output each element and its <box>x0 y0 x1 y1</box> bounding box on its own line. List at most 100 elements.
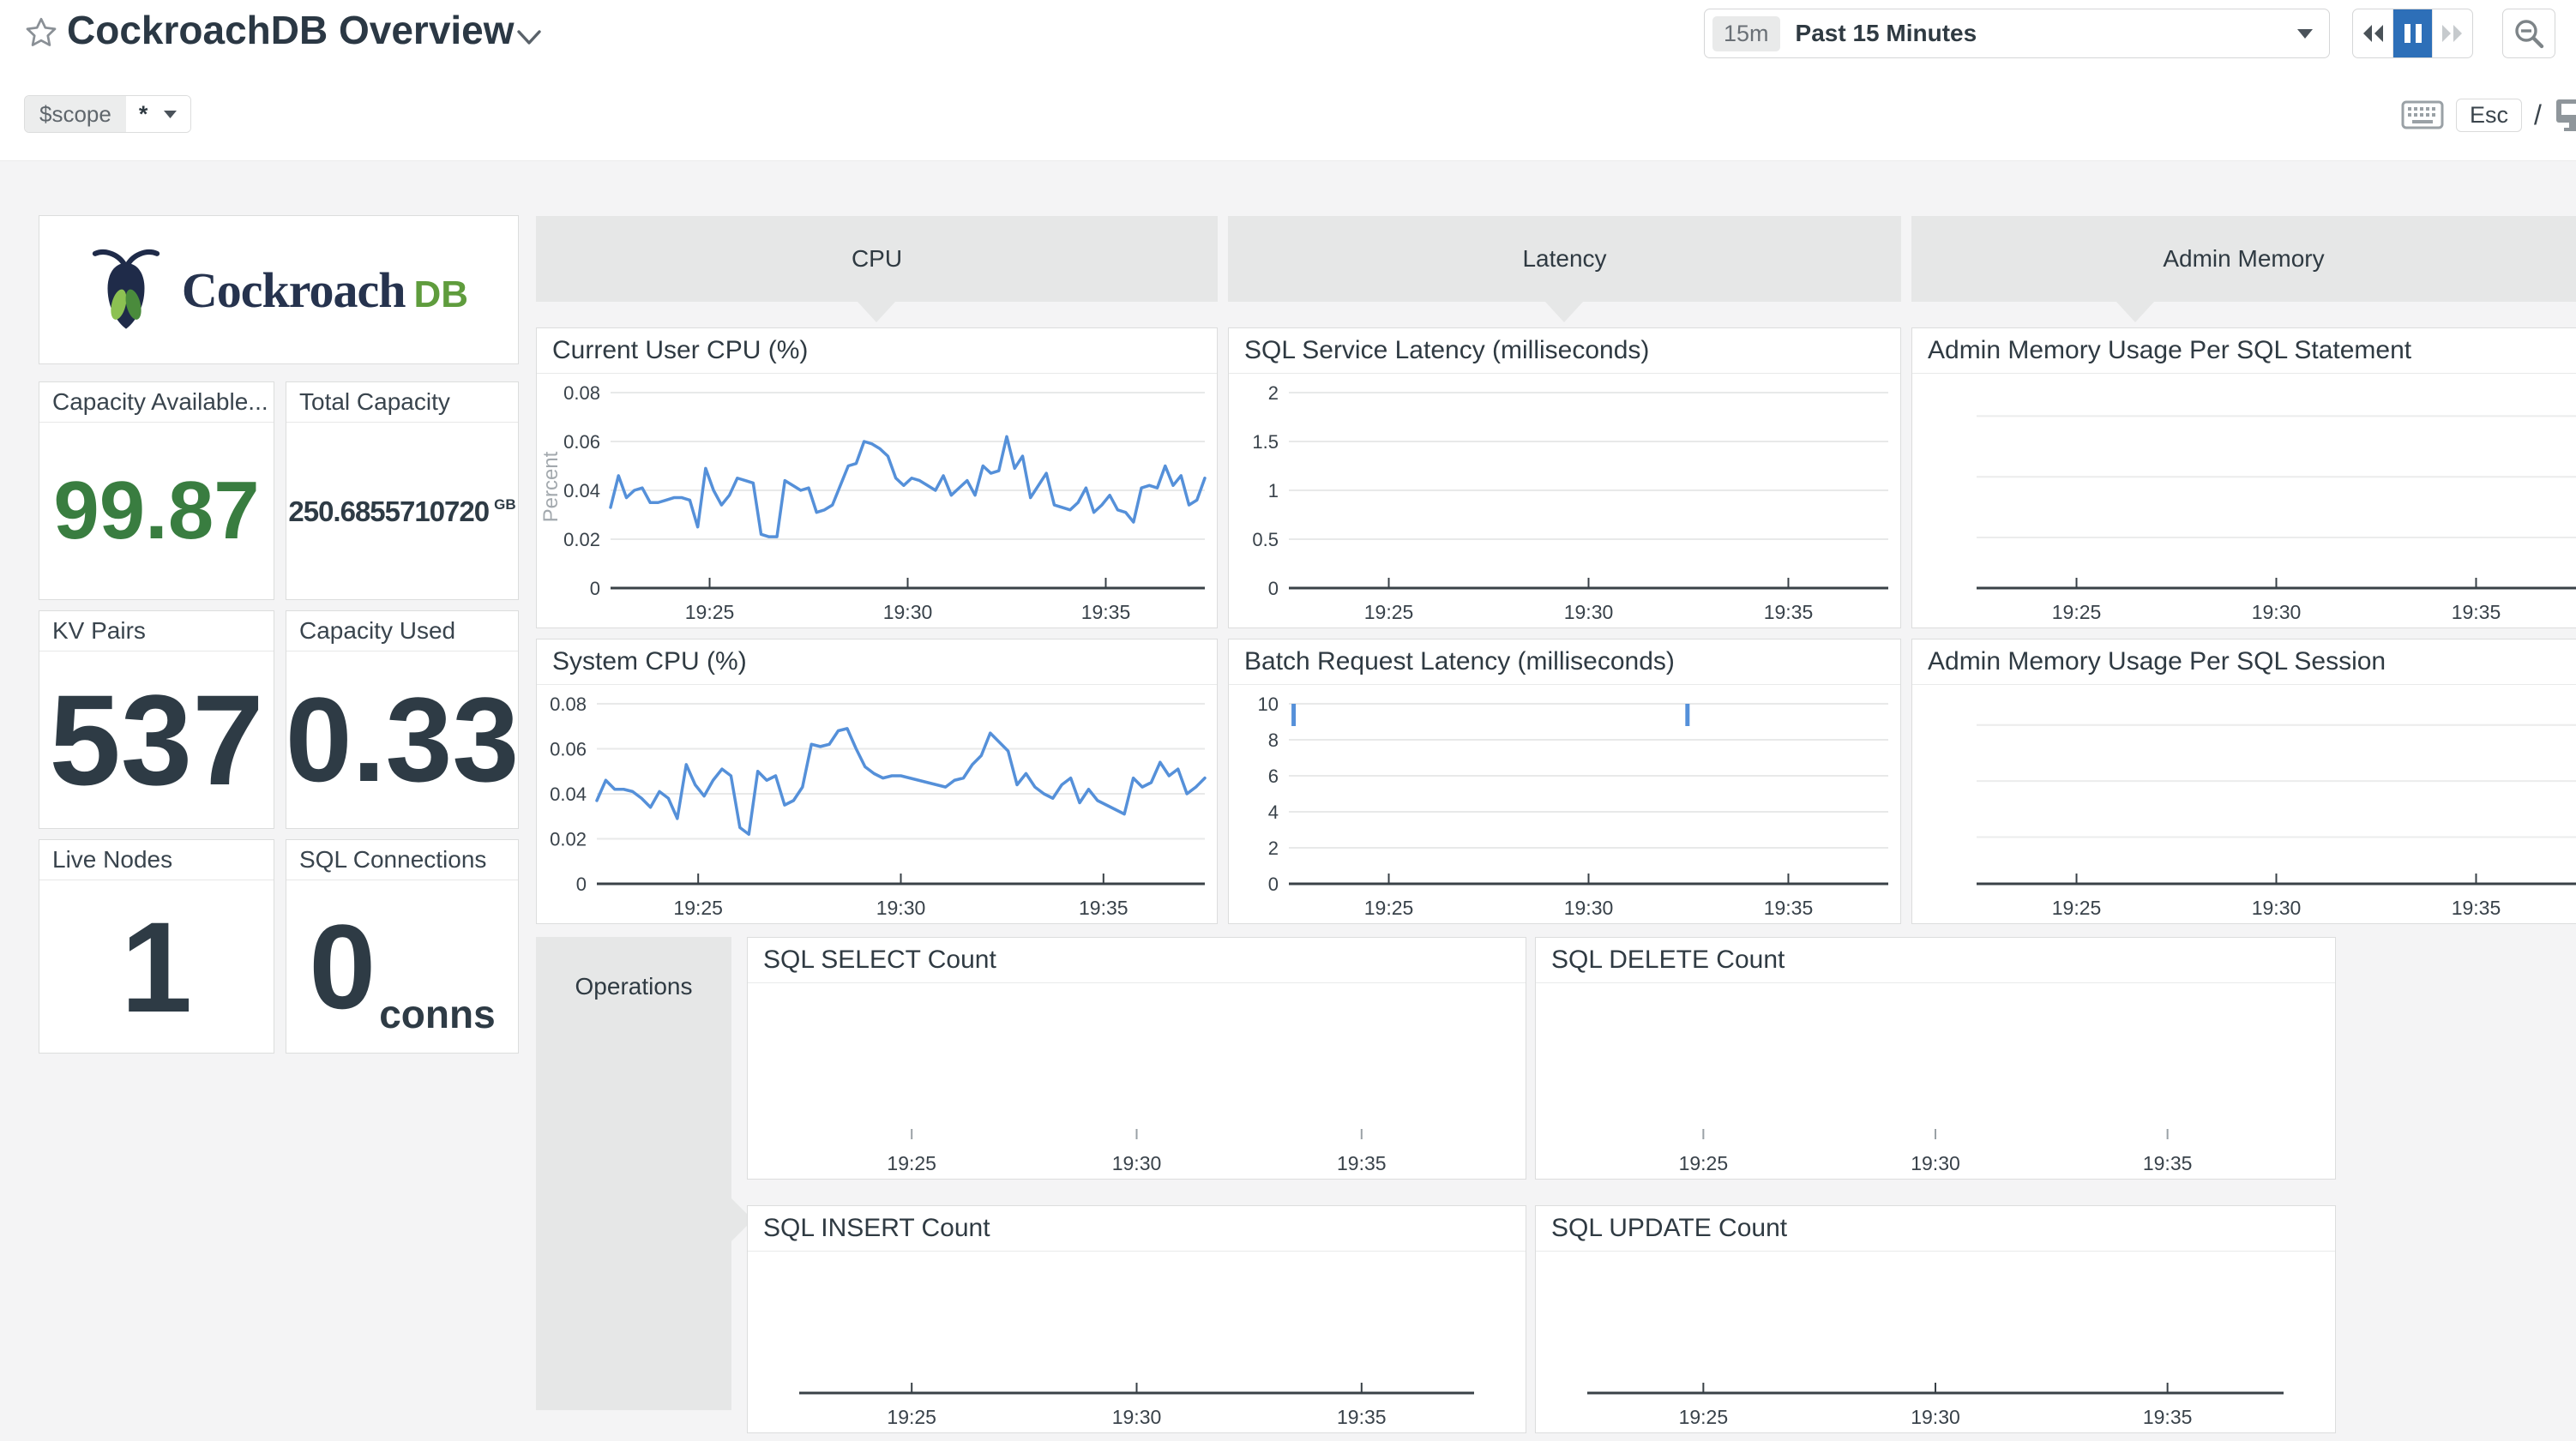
dashboard: CockroachDB Overview 15m Past 15 Minutes <box>0 0 2576 1441</box>
chart-panel-sql-insert-count[interactable]: SQL INSERT Count 19:2519:3019:35 <box>747 1205 1526 1433</box>
svg-text:19:35: 19:35 <box>1079 897 1129 919</box>
svg-text:0.06: 0.06 <box>550 739 587 760</box>
zoom-out-button[interactable] <box>2502 9 2555 58</box>
zoom-out-icon <box>2512 16 2546 51</box>
cockroachdb-logo-card: CockroachDB <box>39 215 519 364</box>
svg-text:19:30: 19:30 <box>876 897 926 919</box>
chart-panel-system-cpu[interactable]: System CPU (%) 00.020.040.060.0819:2519:… <box>536 639 1218 924</box>
svg-text:0: 0 <box>590 578 600 599</box>
chart-canvas: 00.020.040.060.0819:2519:3019:35 <box>537 685 1217 923</box>
chart-panel-batch-request-latency[interactable]: Batch Request Latency (milliseconds) 024… <box>1228 639 1901 924</box>
chart-title: SQL UPDATE Count <box>1536 1206 2335 1252</box>
stat-title: Capacity Available... <box>39 382 274 423</box>
template-var-value-dropdown[interactable]: * <box>126 96 191 132</box>
svg-text:19:25: 19:25 <box>685 601 735 623</box>
svg-text:1.5: 1.5 <box>1252 431 1279 453</box>
tv-screen-icon[interactable] <box>2554 98 2576 132</box>
svg-text:19:35: 19:35 <box>1764 601 1814 623</box>
stat-title: Live Nodes <box>39 840 274 880</box>
chart-panel-sql-select-count[interactable]: SQL SELECT Count 19:25 19:30 19:35 <box>747 937 1526 1180</box>
slash-separator: / <box>2534 99 2542 131</box>
chart-title: SQL SELECT Count <box>748 938 1526 983</box>
stat-card-sql-connections[interactable]: SQL Connections 0 conns <box>286 839 519 1054</box>
svg-text:19:25: 19:25 <box>1364 897 1414 919</box>
stat-card-capacity-used[interactable]: Capacity Used 0.33 <box>286 610 519 829</box>
template-var-scope[interactable]: $scope * <box>24 95 191 133</box>
stat-title: Total Capacity <box>286 382 518 423</box>
chart-title: SQL INSERT Count <box>748 1206 1526 1252</box>
chart-canvas: 19:2519:3019:35 <box>1912 685 2576 923</box>
group-header-admin-memory-tail <box>2116 302 2154 322</box>
svg-text:0.04: 0.04 <box>550 784 587 805</box>
svg-text:19:30: 19:30 <box>1911 1152 1960 1174</box>
svg-text:19:35: 19:35 <box>2452 897 2501 919</box>
chart-title: Batch Request Latency (milliseconds) <box>1229 639 1900 685</box>
chart-panel-admin-memory-per-statement[interactable]: Admin Memory Usage Per SQL Statement 19:… <box>1911 327 2576 628</box>
chart-panel-sql-delete-count[interactable]: SQL DELETE Count 19:2519:3019:35 <box>1535 937 2336 1180</box>
favorite-star-icon[interactable] <box>24 15 58 50</box>
svg-text:0: 0 <box>1268 578 1279 599</box>
template-var-value: * <box>139 101 148 128</box>
svg-text:19:25: 19:25 <box>673 897 723 919</box>
time-range-caret-icon <box>2296 28 2314 39</box>
chart-canvas: 024681019:2519:3019:35 <box>1229 685 1900 923</box>
stat-card-capacity-available[interactable]: Capacity Available... 99.87 <box>39 381 274 600</box>
stat-value: 99.87 <box>53 470 259 552</box>
svg-text:19:35: 19:35 <box>1337 1406 1387 1428</box>
chart-panel-sql-service-latency[interactable]: SQL Service Latency (milliseconds) 0 0.5 1… <box>1228 327 1901 628</box>
stat-value: 1 <box>121 903 192 1031</box>
chart-title: SQL Service Latency (milliseconds) <box>1229 328 1900 374</box>
svg-text:0: 0 <box>576 874 587 895</box>
stat-card-live-nodes[interactable]: Live Nodes 1 <box>39 839 274 1054</box>
chart-title: System CPU (%) <box>537 639 1217 685</box>
chart-canvas: 19:2519:3019:35 <box>1912 374 2576 627</box>
group-header-admin-memory: Admin Memory <box>1911 216 2576 302</box>
pause-button[interactable] <box>2393 9 2434 57</box>
chart-panel-current-user-cpu[interactable]: Current User CPU (%) 00.020.040.060.0819… <box>536 327 1218 628</box>
stat-value: 250.6855710720 <box>288 497 489 525</box>
svg-text:4: 4 <box>1268 802 1279 823</box>
title-chevron-down-icon[interactable] <box>515 27 544 48</box>
svg-text:19:30: 19:30 <box>1112 1152 1162 1174</box>
stat-title: SQL Connections <box>286 840 518 880</box>
chart-canvas: 19:25 19:30 19:35 <box>748 983 1526 1179</box>
svg-text:19:30: 19:30 <box>2252 601 2302 623</box>
svg-text:19:35: 19:35 <box>2143 1152 2193 1174</box>
chart-panel-admin-memory-per-session[interactable]: Admin Memory Usage Per SQL Session 19:25… <box>1911 639 2576 924</box>
svg-text:0.04: 0.04 <box>563 480 600 501</box>
svg-text:2: 2 <box>1268 382 1279 404</box>
rewind-icon <box>2360 22 2386 45</box>
time-range-label: Past 15 Minutes <box>1796 20 1977 47</box>
stat-card-total-capacity[interactable]: Total Capacity 250.6855710720 GB <box>286 381 519 600</box>
svg-text:19:30: 19:30 <box>1911 1406 1960 1428</box>
group-header-latency: Latency <box>1228 216 1901 302</box>
group-header-operations: Operations <box>536 937 731 1410</box>
pause-icon <box>2404 22 2423 45</box>
brand-name: Cockroach <box>182 262 406 318</box>
svg-text:1: 1 <box>1268 480 1279 501</box>
svg-text:19:25: 19:25 <box>1679 1406 1729 1428</box>
stat-value: 0 <box>309 907 376 1027</box>
svg-text:0.5: 0.5 <box>1252 529 1279 550</box>
svg-text:0.02: 0.02 <box>550 829 587 850</box>
group-label: Admin Memory <box>2163 245 2324 273</box>
svg-text:Percent: Percent <box>539 451 563 522</box>
fast-forward-icon <box>2440 22 2465 45</box>
brand-wordmark: CockroachDB <box>182 261 468 319</box>
fast-forward-button[interactable] <box>2433 9 2472 57</box>
stat-unit: GB <box>494 496 516 513</box>
stat-card-kv-pairs[interactable]: KV Pairs 537 <box>39 610 274 829</box>
svg-text:19:25: 19:25 <box>887 1152 936 1174</box>
svg-text:0: 0 <box>1268 874 1279 895</box>
svg-text:19:30: 19:30 <box>1564 897 1614 919</box>
rewind-button[interactable] <box>2353 9 2393 57</box>
page-title: CockroachDB Overview <box>67 7 515 53</box>
svg-text:19:30: 19:30 <box>2252 897 2302 919</box>
svg-text:19:35: 19:35 <box>1337 1152 1387 1174</box>
svg-text:19:35: 19:35 <box>2452 601 2501 623</box>
svg-text:19:25: 19:25 <box>1679 1152 1729 1174</box>
time-range-picker[interactable]: 15m Past 15 Minutes <box>1704 9 2330 58</box>
chart-panel-sql-update-count[interactable]: SQL UPDATE Count 19:2519:3019:35 <box>1535 1205 2336 1433</box>
time-player-controls <box>2352 9 2473 58</box>
svg-text:19:30: 19:30 <box>883 601 933 623</box>
